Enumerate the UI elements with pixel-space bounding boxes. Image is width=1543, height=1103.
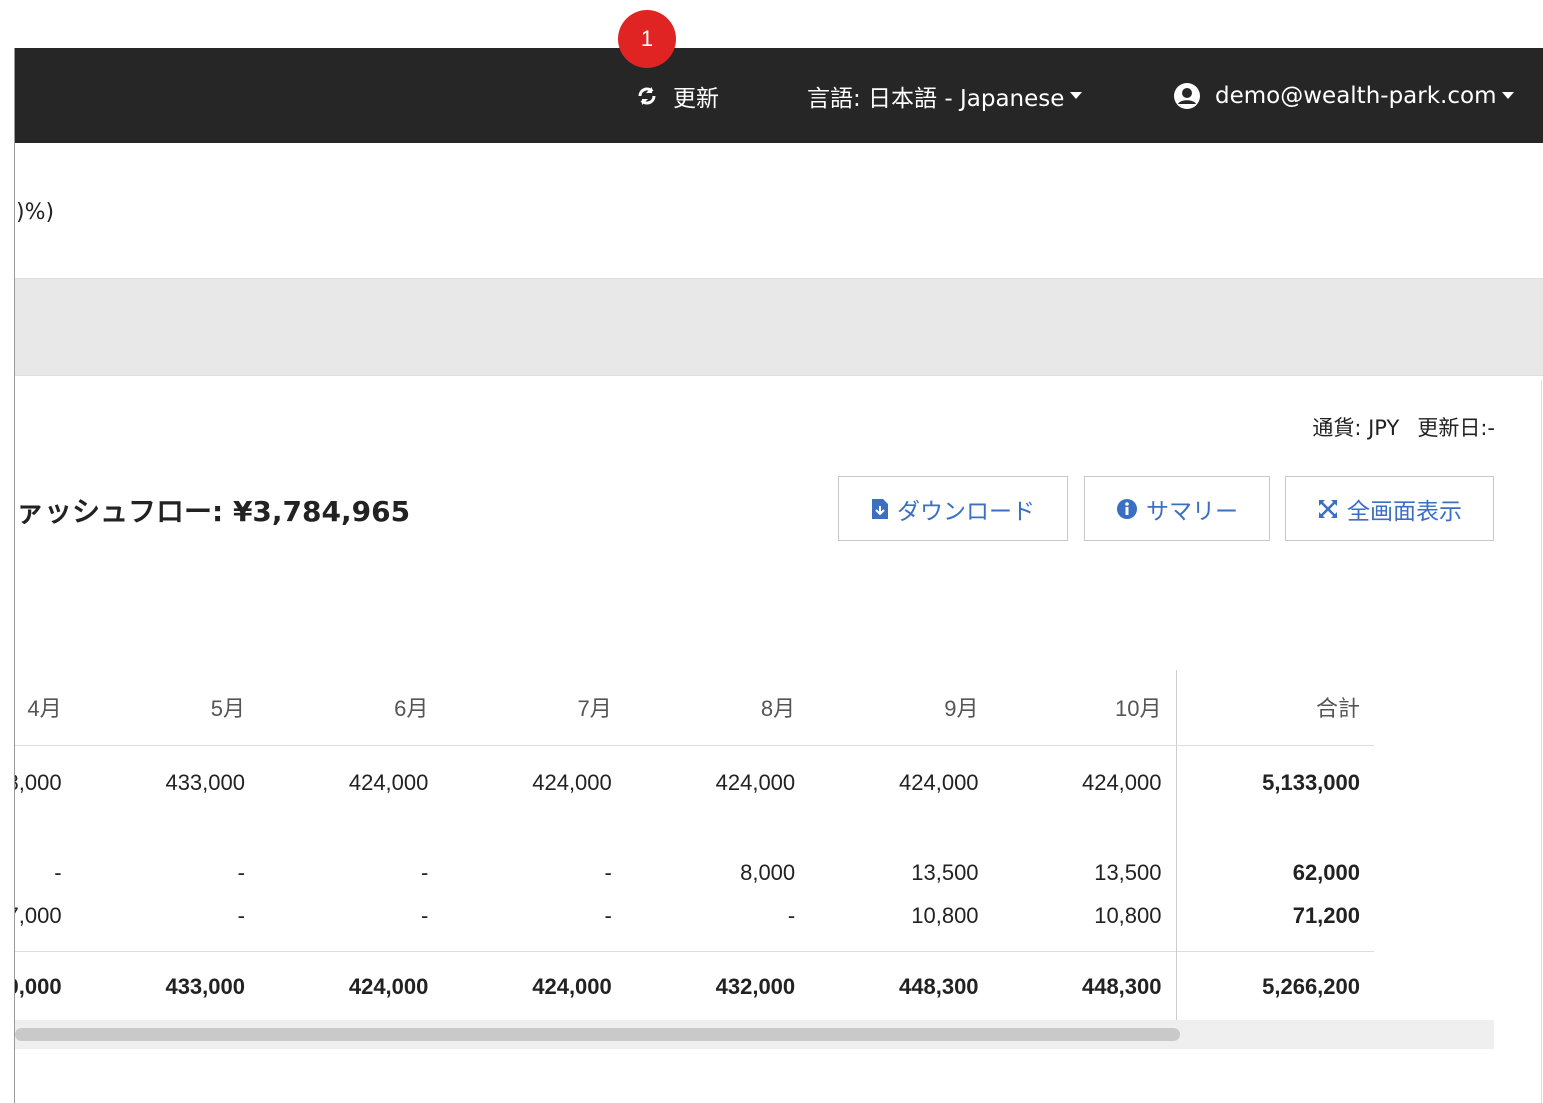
column-header: 6月	[258, 670, 443, 746]
table-cell: 424,000	[442, 950, 626, 1023]
column-header: 7月	[442, 670, 626, 746]
table-row: 7,000 - - - - 10,800 10,800 71,200	[15, 899, 1374, 951]
right-frame-border	[1541, 380, 1542, 1103]
table-cell: 424,000	[532, 769, 612, 795]
refresh-label: 更新	[673, 85, 719, 112]
table-cell: 424,000	[899, 769, 979, 795]
column-header-total: 合計	[1175, 670, 1374, 746]
step-badge: 1	[618, 10, 676, 68]
summary-label: サマリー	[1146, 498, 1238, 525]
column-header: 10月	[992, 670, 1176, 746]
chevron-down-icon	[1502, 92, 1515, 99]
column-header: 8月	[625, 670, 810, 746]
column-header: 4月	[15, 670, 76, 746]
refresh-icon	[635, 84, 659, 108]
table-cell: 8,000	[740, 860, 796, 885]
currency-label: 通貨: JPY	[1312, 416, 1400, 440]
table-cell: 433,000	[75, 950, 259, 1023]
table-cell: -	[604, 903, 612, 928]
cashflow-title: ァッシュフロー: ¥3,784,965	[16, 495, 411, 528]
table-cell: 448,300	[992, 950, 1176, 1023]
currency-meta: 通貨: JPY 更新日:-	[1312, 412, 1495, 442]
user-email: demo@wealth-park.com	[1215, 82, 1497, 109]
updated-label: 更新日:-	[1417, 416, 1495, 440]
table-total-row: 0,000 433,000 424,000 424,000 432,000 44…	[15, 950, 1374, 1023]
table-cell-total: 5,133,000	[1175, 745, 1374, 847]
table-cell: -	[421, 903, 429, 928]
summary-button[interactable]: サマリー	[1084, 476, 1270, 541]
table-cell: 0,000	[15, 950, 76, 1023]
language-dropdown[interactable]: 言語: 日本語 - Japanese	[807, 48, 1083, 143]
download-button[interactable]: ダウンロード	[838, 476, 1068, 541]
scrollbar-thumb[interactable]	[15, 1028, 1180, 1041]
summary-percent-fragment: )%)	[16, 200, 55, 225]
table-cell: -	[237, 903, 245, 928]
cashflow-table-container: 4月 5月 6月 7月 8月 9月 10月 合計 8,000 433,000 4…	[15, 670, 1494, 1050]
column-header: 5月	[75, 670, 259, 746]
table-cell: -	[787, 903, 796, 928]
table-cell: 424,000	[348, 769, 429, 795]
horizontal-scrollbar[interactable]	[15, 1020, 1494, 1049]
table-cell: -	[604, 860, 612, 885]
table-cell: 13,500	[911, 860, 979, 885]
table-cell: -	[237, 860, 245, 885]
user-circle-icon	[1173, 82, 1201, 110]
table-row: 8,000 433,000 424,000 424,000 424,000 42…	[15, 745, 1374, 847]
table-cell: 10,800	[911, 903, 979, 928]
table-cell: 448,300	[809, 950, 993, 1023]
section-header-band	[15, 278, 1543, 376]
cashflow-table: 4月 5月 6月 7月 8月 9月 10月 合計 8,000 433,000 4…	[15, 670, 1374, 1023]
table-cell: 432,000	[625, 950, 810, 1023]
table-cell-total: 71,200	[1175, 899, 1374, 951]
chevron-down-icon	[1070, 92, 1083, 99]
download-label: ダウンロード	[897, 498, 1035, 525]
table-cell: -	[421, 860, 429, 885]
user-menu[interactable]: demo@wealth-park.com	[1173, 48, 1515, 143]
table-cell: 8,000	[15, 769, 62, 795]
table-row: - - - - 8,000 13,500 13,500 62,000	[15, 847, 1374, 899]
fullscreen-button[interactable]: 全画面表示	[1285, 476, 1494, 541]
table-header-row: 4月 5月 6月 7月 8月 9月 10月 合計	[15, 670, 1374, 746]
table-cell: 424,000	[715, 769, 796, 795]
table-cell: 13,500	[1094, 860, 1162, 885]
table-cell-total: 5,266,200	[1175, 950, 1374, 1023]
column-header: 9月	[809, 670, 993, 746]
language-label: 言語: 日本語 - Japanese	[807, 85, 1065, 112]
table-cell: 7,000	[15, 903, 62, 928]
table-cell: -	[54, 860, 62, 885]
fullscreen-label: 全画面表示	[1347, 498, 1462, 525]
info-circle-icon	[1117, 498, 1137, 519]
top-navbar: 更新 言語: 日本語 - Japanese demo@wealth-park.c…	[15, 48, 1543, 143]
expand-icon	[1319, 499, 1337, 518]
file-download-icon	[872, 498, 888, 519]
table-cell: 433,000	[165, 769, 245, 795]
table-cell: 424,000	[258, 950, 443, 1023]
table-cell: 10,800	[1094, 903, 1162, 928]
table-cell-total: 62,000	[1175, 847, 1374, 899]
table-cell: 424,000	[1081, 769, 1162, 795]
